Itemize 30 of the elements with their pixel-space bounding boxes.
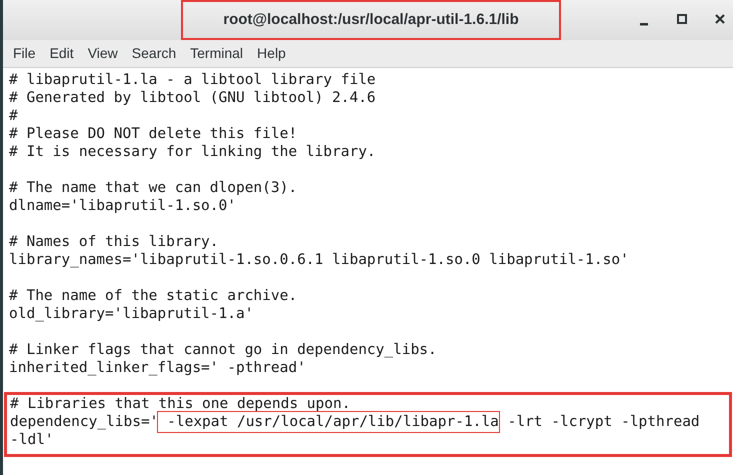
- terminal-line: # Libraries that this one depends upon.: [10, 395, 352, 413]
- menu-item[interactable]: Search: [126, 41, 182, 66]
- terminal-line: old_library='libaprutil-1.a': [9, 305, 254, 323]
- menu-item[interactable]: View: [82, 41, 124, 66]
- terminal-line: # Names of this library.: [9, 233, 220, 251]
- window-title: root@localhost:/usr/local/apr-util-1.6.1/lib: [183, 2, 559, 38]
- terminal-line: # Linker flags that cannot go in dependency_libs.: [9, 341, 438, 359]
- terminal-line: inherited_linker_flags=' -pthread': [9, 359, 307, 377]
- terminal-line: #: [9, 107, 19, 125]
- terminal-line: # The name of the static archive.: [9, 287, 298, 305]
- terminal-line: -ldl': [10, 431, 55, 449]
- terminal-line: # libaprutil-1.la - a libtool library file: [9, 71, 377, 89]
- terminal-line: library_names='libaprutil-1.so.0.6.1 libaprutil-1.so.0 libaprutil-1.so': [9, 251, 630, 269]
- terminal-line: dlname='libaprutil-1.so.0': [9, 197, 237, 215]
- maximize-icon: [677, 14, 687, 24]
- menu-item[interactable]: Help: [251, 41, 292, 66]
- terminal-line: # Generated by libtool (GNU libtool) 2.4.6: [9, 89, 377, 107]
- highlighted-text: -lexpat /usr/local/apr/lib/libapr-1.la: [158, 412, 499, 432]
- terminal-text: -lrt -lcrypt -lpthread: [506, 414, 700, 430]
- terminal-text: dependency_libs=': [10, 414, 158, 430]
- terminal-line: # It is necessary for linking the library.: [9, 143, 377, 161]
- terminal-line: # The name that we can dlopen(3).: [9, 179, 298, 197]
- maximize-button[interactable]: [675, 12, 689, 26]
- minimize-icon: [640, 23, 648, 26]
- menu-item[interactable]: File: [7, 41, 42, 66]
- menu-item[interactable]: Terminal: [184, 41, 250, 66]
- menu-item[interactable]: Edit: [44, 41, 80, 66]
- close-icon: [715, 14, 725, 24]
- terminal-line: # Please DO NOT delete this file!: [9, 125, 298, 143]
- close-button[interactable]: [713, 12, 727, 26]
